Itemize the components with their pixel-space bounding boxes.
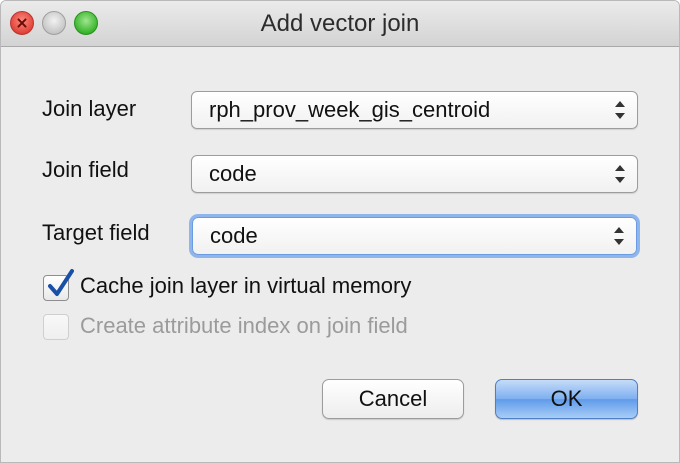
join-field-select[interactable]: code [191, 155, 638, 193]
updown-arrows-icon [614, 226, 624, 246]
join-layer-label: Join layer [42, 96, 137, 121]
target-field-select[interactable]: code [192, 217, 637, 255]
join-layer-select[interactable]: rph_prov_week_gis_centroid [191, 91, 638, 129]
title-bar: Add vector join [1, 1, 679, 47]
updown-arrows-icon [615, 164, 625, 184]
updown-arrows-icon [615, 100, 625, 120]
dialog-window: Add vector join Join layer rph_prov_week… [0, 0, 680, 463]
join-field-label: Join field [42, 157, 129, 182]
attribute-index-label: Create attribute index on join field [80, 313, 408, 338]
target-field-value: code [210, 223, 258, 248]
join-layer-value: rph_prov_week_gis_centroid [209, 97, 491, 122]
window-title: Add vector join [260, 10, 420, 37]
cancel-button[interactable]: Cancel [322, 379, 464, 419]
ok-button[interactable]: OK [495, 379, 638, 419]
checkmark-icon [48, 269, 74, 296]
cache-join-checkbox[interactable] [43, 269, 74, 301]
attribute-index-checkbox [43, 314, 69, 340]
join-field-value: code [209, 161, 257, 186]
target-field-label: Target field [42, 220, 150, 245]
cache-join-label[interactable]: Cache join layer in virtual memory [80, 273, 411, 299]
